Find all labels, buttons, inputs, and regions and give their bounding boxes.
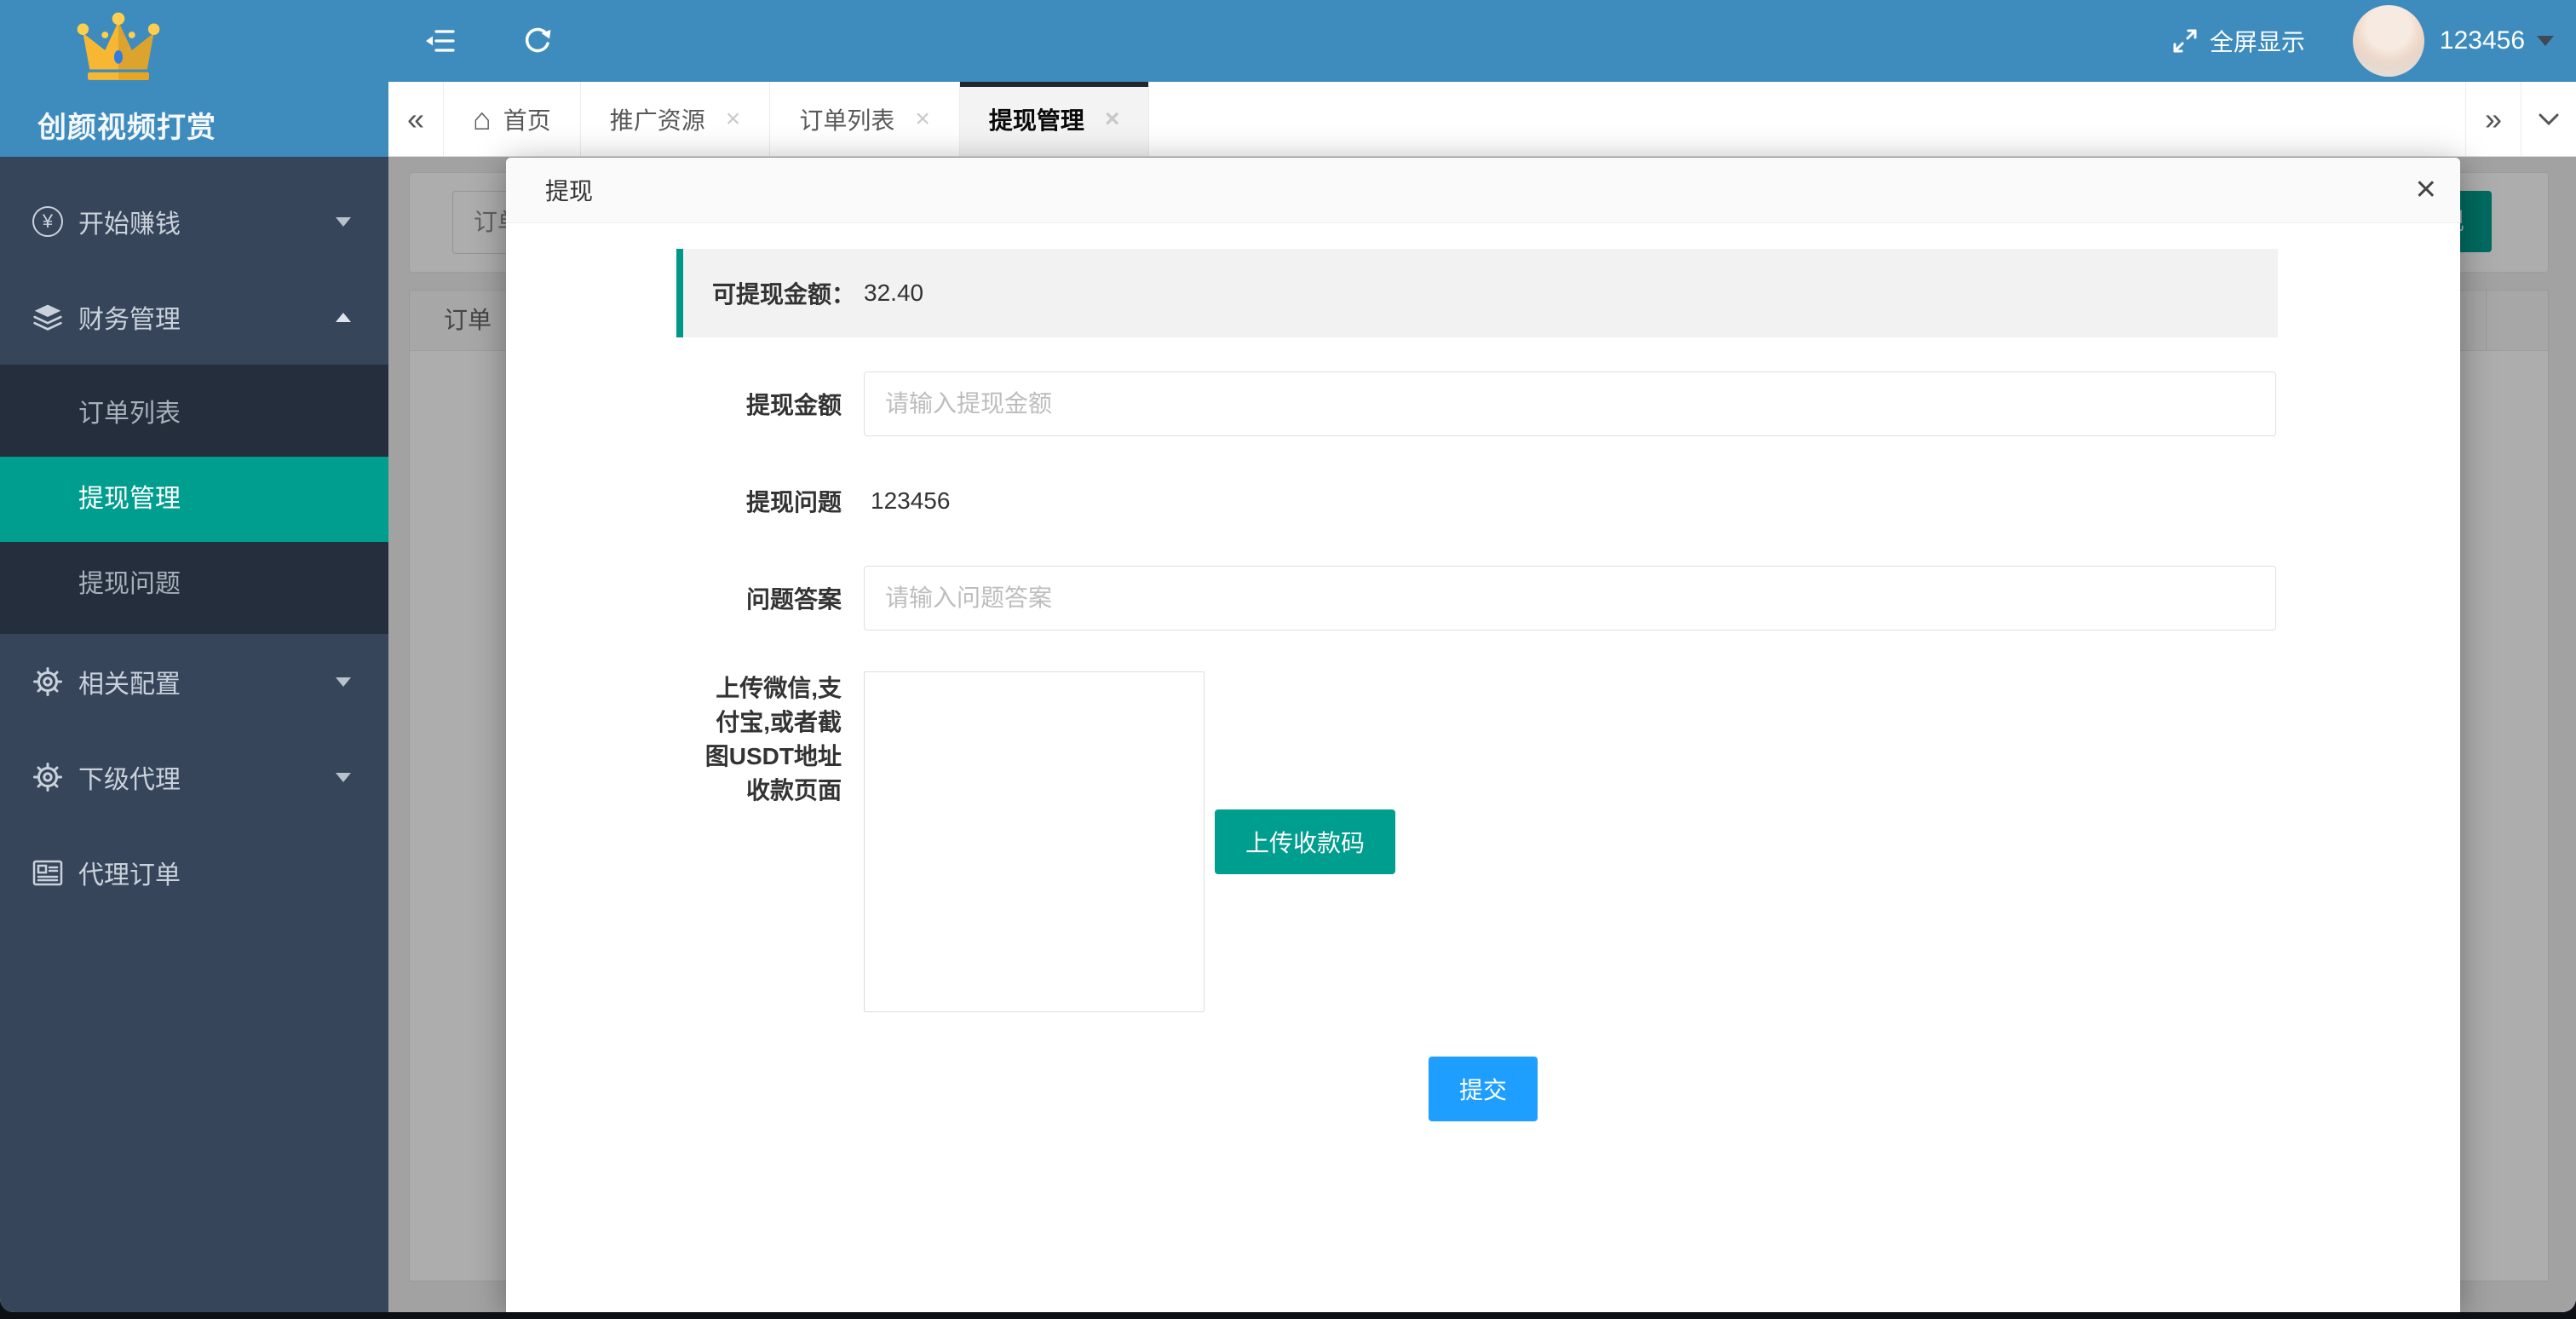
gear-icon bbox=[32, 666, 63, 697]
upload-label-line: 上传微信,支 bbox=[716, 675, 842, 701]
sidebar-item-start-earning[interactable]: ¥ 开始赚钱 bbox=[0, 174, 388, 269]
chevron-down-icon bbox=[2539, 113, 2559, 125]
avatar[interactable] bbox=[2352, 5, 2424, 77]
balance-label: 可提现金额： bbox=[712, 281, 856, 308]
sidebar-item-sub-agents[interactable]: 下级代理 bbox=[0, 729, 388, 825]
layers-icon bbox=[32, 302, 63, 332]
home-icon: ⌂ bbox=[473, 101, 492, 136]
form-row-upload: 上传微信,支 付宝,或者截 图USDT地址 收款页面 上传收款码 bbox=[506, 671, 2460, 1012]
tab-label: 提现管理 bbox=[988, 107, 1084, 134]
sidebar-item-label: 相关配置 bbox=[78, 671, 181, 699]
gear-icon bbox=[32, 762, 63, 792]
sidebar-item-agent-orders[interactable]: 代理订单 bbox=[0, 825, 388, 920]
clipboard-icon bbox=[32, 858, 63, 887]
app-title: 创颜视频打赏 bbox=[37, 112, 216, 144]
upload-label: 上传微信,支 付宝,或者截 图USDT地址 收款页面 bbox=[506, 671, 864, 808]
modal-header: 提现 × bbox=[506, 158, 2460, 223]
username[interactable]: 123456 bbox=[2440, 26, 2525, 55]
tab-label: 订单列表 bbox=[799, 107, 895, 134]
upload-label-line: 图USDT地址 bbox=[704, 743, 842, 769]
tab-withdraw-management[interactable]: 提现管理 × bbox=[959, 82, 1150, 156]
tabs-menu-button[interactable] bbox=[2521, 82, 2576, 156]
tab-label: 推广资源 bbox=[609, 107, 705, 134]
finance-submenu: 订单列表 提现管理 提现问题 bbox=[0, 365, 388, 634]
qr-preview-box[interactable] bbox=[864, 671, 1205, 1012]
refresh-button[interactable] bbox=[521, 26, 552, 56]
withdraw-amount-input[interactable] bbox=[864, 372, 2276, 436]
form-row-amount: 提现金额 bbox=[506, 372, 2460, 436]
chevron-down-icon bbox=[336, 772, 351, 782]
question-label: 提现问题 bbox=[745, 489, 842, 516]
sidebar-item-settings[interactable]: 相关配置 bbox=[0, 634, 388, 729]
sidebar-item-label: 开始赚钱 bbox=[78, 210, 181, 239]
question-value: 123456 bbox=[871, 487, 951, 514]
submit-button[interactable]: 提交 bbox=[1428, 1057, 1538, 1121]
sidebar: 创颜视频打赏 ¥ 开始赚钱 财务管理 订单列表 提现管理 提现问题 相关配置 下… bbox=[0, 0, 388, 1312]
sidebar-item-withdraw-question[interactable]: 提现问题 bbox=[0, 542, 388, 627]
tabbar: « ⌂ 首页 推广资源 × 订单列表 × 提现管理 × » bbox=[388, 82, 2576, 157]
tab-order-list[interactable]: 订单列表 × bbox=[770, 82, 960, 156]
tab-close-icon[interactable]: × bbox=[726, 105, 741, 134]
tab-home[interactable]: ⌂ 首页 bbox=[444, 82, 581, 156]
upload-label-line: 付宝,或者截 bbox=[716, 709, 842, 735]
chevron-up-icon bbox=[336, 312, 351, 322]
sidebar-item-order-list[interactable]: 订单列表 bbox=[0, 372, 388, 457]
tab-close-icon[interactable]: × bbox=[1105, 105, 1120, 134]
fullscreen-label: 全屏显示 bbox=[2209, 29, 2305, 55]
form-row-answer: 问题答案 bbox=[506, 566, 2460, 631]
sidebar-menu: ¥ 开始赚钱 财务管理 订单列表 提现管理 提现问题 相关配置 下级代理 代理订… bbox=[0, 157, 388, 920]
yen-circle-icon: ¥ bbox=[32, 206, 63, 237]
fullscreen-icon bbox=[2173, 29, 2197, 53]
balance-value: 32.40 bbox=[864, 279, 924, 306]
app-logo: 创颜视频打赏 bbox=[0, 0, 388, 157]
withdraw-form: 提现金额 提现问题 123456 问题答案 上传微信,支 付宝,或者截 图USD… bbox=[506, 372, 2460, 1121]
answer-label: 问题答案 bbox=[745, 586, 842, 613]
crown-logo-icon bbox=[77, 12, 160, 80]
sidebar-item-label: 代理订单 bbox=[78, 861, 181, 890]
topbar: 全屏显示 123456 bbox=[388, 0, 2576, 82]
sidebar-item-finance[interactable]: 财务管理 bbox=[0, 269, 388, 365]
upload-label-line: 收款页面 bbox=[745, 777, 842, 803]
modal-close-button[interactable]: × bbox=[2415, 170, 2436, 206]
sidebar-item-label: 下级代理 bbox=[78, 766, 181, 794]
collapse-sidebar-button[interactable] bbox=[424, 28, 455, 54]
tabs-scroll-left-button[interactable]: « bbox=[388, 82, 444, 156]
question-answer-input[interactable] bbox=[864, 566, 2276, 631]
tab-close-icon[interactable]: × bbox=[915, 105, 930, 134]
amount-label: 提现金额 bbox=[745, 392, 842, 418]
chevron-down-icon bbox=[336, 677, 351, 687]
chevron-down-icon bbox=[336, 216, 351, 227]
modal-title: 提现 bbox=[545, 178, 594, 204]
balance-banner: 可提现金额： 32.40 bbox=[676, 249, 2278, 337]
form-row-submit: 提交 bbox=[506, 1057, 2460, 1121]
upload-qr-button[interactable]: 上传收款码 bbox=[1215, 809, 1396, 874]
fullscreen-button[interactable]: 全屏显示 bbox=[2171, 24, 2305, 58]
tabbar-spacer bbox=[1149, 82, 2465, 156]
app-window: 创颜视频打赏 ¥ 开始赚钱 财务管理 订单列表 提现管理 提现问题 相关配置 下… bbox=[0, 0, 2576, 1312]
sidebar-item-withdraw-management[interactable]: 提现管理 bbox=[0, 457, 388, 542]
tab-promo-resources[interactable]: 推广资源 × bbox=[581, 82, 771, 156]
sidebar-item-label: 财务管理 bbox=[78, 306, 181, 334]
withdraw-modal: 提现 × 可提现金额： 32.40 提现金额 提现问题 123456 问题答案 bbox=[506, 158, 2460, 1312]
tab-label: 首页 bbox=[503, 107, 551, 134]
form-row-question: 提现问题 123456 bbox=[506, 469, 2460, 533]
user-menu-caret-icon[interactable] bbox=[2537, 36, 2554, 46]
topbar-right: 全屏显示 123456 bbox=[2171, 5, 2554, 77]
tabs-scroll-right-button[interactable]: » bbox=[2465, 82, 2521, 156]
